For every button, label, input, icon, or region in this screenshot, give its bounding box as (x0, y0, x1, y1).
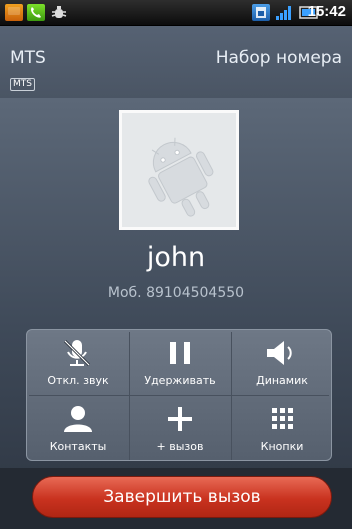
end-call-button[interactable]: Завершить вызов (32, 476, 332, 518)
phone-icon (27, 4, 45, 21)
dialpad-icon (231, 404, 331, 434)
carrier-name: MTS (10, 48, 46, 68)
carrier-badge: MTS (10, 78, 35, 91)
dialpad-label: Кнопки (260, 440, 304, 453)
contact-icon (27, 404, 129, 434)
status-bar: 15:42 (0, 0, 352, 26)
contacts-label: Контакты (49, 440, 107, 453)
contacts-button[interactable]: Контакты (27, 396, 129, 460)
hold-label: Удерживать (144, 374, 216, 387)
call-state: Набор номера (215, 48, 342, 68)
add-call-label: + вызов (156, 440, 204, 453)
contact-name: john (146, 242, 206, 273)
speaker-button[interactable]: Динамик (231, 330, 331, 395)
mute-label: Откл. звук (47, 374, 109, 387)
status-clock: 15:42 (307, 3, 346, 20)
android-debug-icon (49, 4, 69, 21)
sim-icon (252, 4, 270, 21)
signal-icon (275, 4, 295, 21)
add-call-button[interactable]: + вызов (129, 396, 231, 460)
contact-number: Моб. 89104504550 (107, 285, 245, 301)
contact-avatar (119, 110, 239, 230)
notification-icon (5, 4, 23, 21)
mute-button[interactable]: Откл. звук (27, 330, 129, 395)
speaker-label: Динамик (256, 374, 308, 387)
add-call-icon (129, 404, 231, 434)
in-call-controls: Откл. звук Удерживать Динамик Контакты +… (26, 329, 332, 461)
hold-button[interactable]: Удерживать (129, 330, 231, 395)
mute-mic-icon (27, 338, 129, 368)
dialpad-button[interactable]: Кнопки (231, 396, 331, 460)
pause-icon (129, 338, 231, 368)
android-placeholder-icon (148, 137, 214, 217)
speaker-icon (231, 338, 331, 368)
